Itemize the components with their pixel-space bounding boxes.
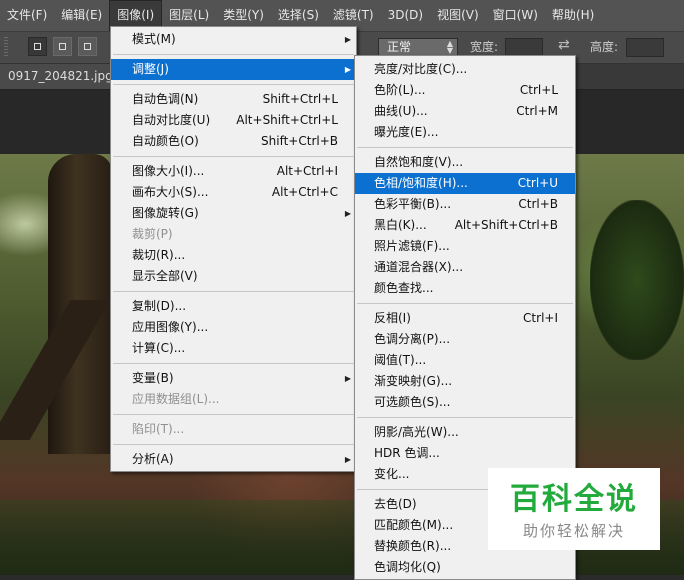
menu-separator	[113, 444, 354, 445]
submenu-arrow-icon: ▶	[344, 65, 351, 74]
menu-item-black-white[interactable]: 黑白(K)... Alt+Shift+Ctrl+B	[355, 215, 575, 236]
submenu-arrow-icon: ▶	[344, 374, 351, 383]
chevron-updown-icon: ▲ ▼	[446, 39, 453, 55]
menu-item-posterize[interactable]: 色调分离(P)...	[355, 329, 575, 350]
menu-item-hdr-toning[interactable]: HDR 色调...	[355, 443, 575, 464]
menu-item-photo-filter[interactable]: 照片滤镜(F)...	[355, 236, 575, 257]
menu-3d[interactable]: 3D(D)	[381, 0, 430, 31]
watermark-title: 百科全说	[510, 482, 638, 517]
watermark-subtitle: 助你轻松解决	[522, 522, 625, 540]
style-select-value: 正常	[387, 40, 412, 54]
menu-separator	[113, 84, 354, 85]
menu-item-analysis[interactable]: 分析(A) ▶	[111, 449, 356, 470]
menu-item-curves[interactable]: 曲线(U)... Ctrl+M	[355, 101, 575, 122]
menu-item-auto-color[interactable]: 自动颜色(O) Shift+Ctrl+B	[111, 131, 356, 152]
menu-item-levels[interactable]: 色阶(L)... Ctrl+L	[355, 80, 575, 101]
menu-item-auto-contrast[interactable]: 自动对比度(U) Alt+Shift+Ctrl+L	[111, 110, 356, 131]
menu-item-calculations[interactable]: 计算(C)...	[111, 338, 356, 359]
add-to-selection-button[interactable]	[53, 37, 72, 56]
menu-separator	[357, 417, 573, 418]
submenu-arrow-icon: ▶	[344, 455, 351, 464]
menu-item-invert[interactable]: 反相(I) Ctrl+I	[355, 308, 575, 329]
menu-separator	[357, 303, 573, 304]
menu-item-vibrance[interactable]: 自然饱和度(V)...	[355, 152, 575, 173]
menu-separator	[113, 414, 354, 415]
image-menu: 模式(M) ▶ 调整(J) ▶ 自动色调(N) Shift+Ctrl+L 自动对比度(…	[110, 26, 357, 472]
menu-item-threshold[interactable]: 阈值(T)...	[355, 350, 575, 371]
menu-item-mode[interactable]: 模式(M) ▶	[111, 29, 356, 50]
menu-help[interactable]: 帮助(H)	[545, 0, 601, 31]
submenu-arrow-icon: ▶	[344, 35, 351, 44]
menu-file[interactable]: 文件(F)	[0, 0, 54, 31]
menu-item-trim[interactable]: 裁切(R)...	[111, 245, 356, 266]
menu-item-color-lookup[interactable]: 颜色查找...	[355, 278, 575, 299]
height-label: 高度:	[590, 40, 619, 54]
menu-item-hue-saturation[interactable]: 色相/饱和度(H)... Ctrl+U	[355, 173, 575, 194]
menu-item-gradient-map[interactable]: 渐变映射(G)...	[355, 371, 575, 392]
new-selection-button[interactable]	[28, 37, 47, 56]
menu-separator	[113, 54, 354, 55]
menu-item-variables[interactable]: 变量(B) ▶	[111, 368, 356, 389]
menu-window[interactable]: 窗口(W)	[486, 0, 545, 31]
menu-item-image-rotation[interactable]: 图像旋转(G) ▶	[111, 203, 356, 224]
menu-item-trap: 陷印(T)...	[132, 422, 185, 436]
menu-item-channel-mixer[interactable]: 通道混合器(X)...	[355, 257, 575, 278]
menu-item-exposure[interactable]: 曝光度(E)...	[355, 122, 575, 143]
menu-item-shadows-highlights[interactable]: 阴影/高光(W)...	[355, 422, 575, 443]
menu-item-crop: 裁剪(P)	[132, 227, 173, 241]
menu-edit[interactable]: 编辑(E)	[54, 0, 109, 31]
menu-item-selective-color[interactable]: 可选颜色(S)...	[355, 392, 575, 413]
menu-item-adjustments[interactable]: 调整(J) ▶	[111, 59, 356, 80]
options-grip[interactable]	[4, 37, 8, 58]
subtract-selection-button[interactable]	[78, 37, 97, 56]
menu-item-canvas-size[interactable]: 画布大小(S)... Alt+Ctrl+C	[111, 182, 356, 203]
menu-separator	[113, 156, 354, 157]
menu-item-auto-tone[interactable]: 自动色调(N) Shift+Ctrl+L	[111, 89, 356, 110]
menu-item-brightness-contrast[interactable]: 亮度/对比度(C)...	[355, 59, 575, 80]
menu-item-apply-data-set: 应用数据组(L)...	[132, 392, 220, 406]
menu-item-image-size[interactable]: 图像大小(I)... Alt+Ctrl+I	[111, 161, 356, 182]
menu-separator	[113, 291, 354, 292]
menu-item-reveal-all[interactable]: 显示全部(V)	[111, 266, 356, 287]
submenu-arrow-icon: ▶	[344, 209, 351, 218]
menu-item-color-balance[interactable]: 色彩平衡(B)... Ctrl+B	[355, 194, 575, 215]
menu-item-apply-image[interactable]: 应用图像(Y)...	[111, 317, 356, 338]
foliage	[590, 200, 684, 360]
menu-item-duplicate[interactable]: 复制(D)...	[111, 296, 356, 317]
swap-icon[interactable]: ⇄	[558, 37, 570, 53]
height-field[interactable]	[626, 38, 664, 57]
menu-separator	[357, 147, 573, 148]
menu-separator	[113, 363, 354, 364]
menu-view[interactable]: 视图(V)	[430, 0, 486, 31]
watermark-logo: 百科全说 助你轻松解决	[488, 468, 660, 550]
